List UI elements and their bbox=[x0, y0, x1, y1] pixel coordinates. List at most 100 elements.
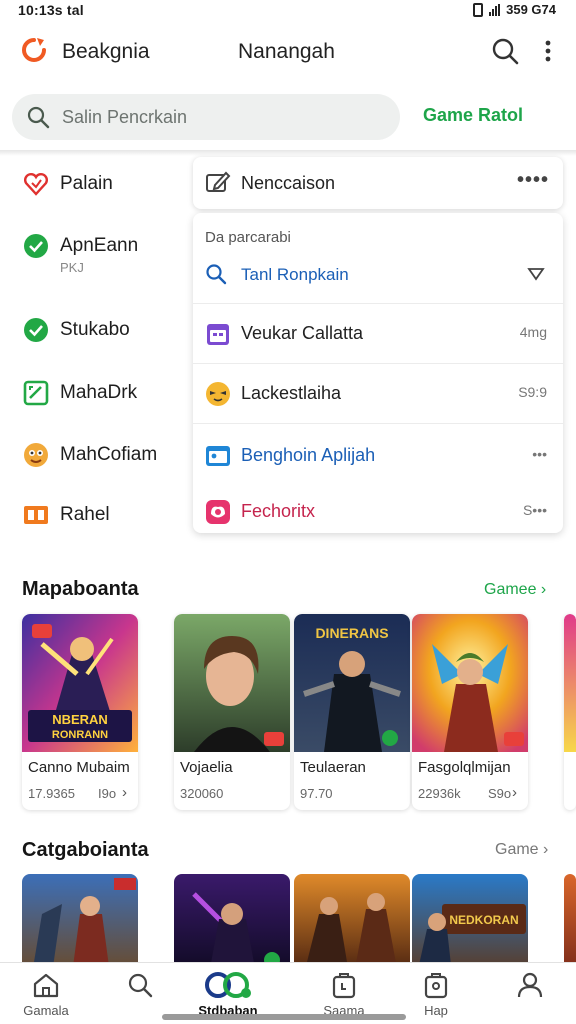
check-circle-icon bbox=[24, 318, 48, 342]
dropdown-row-meta: ••• bbox=[532, 446, 547, 462]
game-name: Teulaeran bbox=[300, 759, 366, 776]
dropdown-row[interactable]: Lackestlaiha S9:9 bbox=[193, 363, 563, 423]
app-header: Beakgnia Nanangah bbox=[0, 22, 576, 82]
home-icon bbox=[33, 973, 59, 998]
app-name: Beakgnia bbox=[62, 40, 150, 63]
game-name: Vojaelia bbox=[180, 759, 233, 776]
check-circle-icon bbox=[24, 234, 48, 258]
search-icon[interactable] bbox=[490, 36, 520, 66]
bag-icon bbox=[332, 973, 356, 999]
game-card[interactable]: NEDKORAN bbox=[412, 874, 528, 974]
menu-label: MahaDrk bbox=[60, 382, 138, 403]
heart-icon bbox=[23, 172, 49, 196]
game-card-partial[interactable] bbox=[564, 614, 576, 810]
search-input[interactable]: Salin Pencrkain bbox=[12, 94, 400, 140]
pink-app-icon bbox=[206, 500, 230, 524]
menu-label: Stukabo bbox=[60, 319, 130, 340]
face-icon bbox=[24, 443, 48, 467]
chevron-right-icon[interactable]: › bbox=[122, 784, 127, 801]
triangle-down-icon[interactable] bbox=[527, 265, 545, 283]
game-card-partial[interactable] bbox=[564, 874, 576, 974]
home-indicator[interactable] bbox=[162, 1014, 406, 1020]
menu-label: ApnEann bbox=[60, 235, 139, 256]
section-title: Catgaboianta bbox=[22, 839, 149, 861]
thumbnail-title: DINERANS bbox=[315, 625, 388, 641]
profile-icon bbox=[517, 972, 543, 998]
game-name: Fasgolqlmijan bbox=[418, 759, 511, 776]
game-name: Canno Mubaim bbox=[28, 759, 130, 776]
side-menu: Palain ApnEann PKJ Stukabo MahaDrk MahCo… bbox=[0, 156, 192, 546]
nav-label: Gamala bbox=[23, 1003, 69, 1018]
game-thumbnail bbox=[304, 893, 398, 974]
status-bar: 10:13s tal 359 G74 bbox=[0, 0, 576, 22]
calendar-icon bbox=[207, 324, 229, 345]
status-time: 10:13s tal bbox=[18, 2, 84, 18]
dropdown-row-meta: S••• bbox=[522, 502, 547, 518]
dropdown-row[interactable]: Veukar Callatta 4mg bbox=[193, 303, 563, 363]
dropdown-panel: Da parcarabi Tanl Ronpkain Veukar Callat… bbox=[193, 213, 563, 533]
game-thumbnail bbox=[32, 878, 136, 974]
game-card[interactable] bbox=[174, 874, 290, 974]
more-vertical-icon[interactable] bbox=[538, 36, 558, 66]
game-thumbnail: NBERAN RONRANN bbox=[22, 614, 138, 752]
game-card[interactable] bbox=[294, 874, 410, 974]
app-icon bbox=[206, 446, 230, 466]
dropdown-row-label: Benghoin Aplijah bbox=[241, 445, 376, 465]
nav-profile[interactable] bbox=[482, 963, 576, 1024]
game-thumbnail: NEDKORAN bbox=[417, 904, 526, 974]
signal-icon bbox=[489, 3, 501, 16]
section-link-label: Gamee bbox=[484, 581, 537, 598]
chevron-right-icon[interactable]: › bbox=[512, 784, 517, 801]
search-placeholder: Salin Pencrkain bbox=[62, 107, 188, 127]
menu-label: Palain bbox=[60, 173, 113, 194]
thumbnail-subtitle: RONRANN bbox=[52, 729, 108, 741]
status-indicators: 359 G74 bbox=[473, 2, 556, 17]
section-link[interactable]: Gamee › bbox=[484, 581, 546, 599]
dropdown-search[interactable]: Tanl Ronpkain bbox=[205, 261, 545, 291]
game-stat2: I9o bbox=[98, 786, 117, 801]
dropdown-row[interactable]: Fechoritx S••• bbox=[193, 481, 563, 541]
dropdown-row[interactable]: Benghoin Aplijah ••• bbox=[193, 425, 563, 485]
brand-icon bbox=[205, 972, 251, 998]
game-card[interactable] bbox=[22, 874, 138, 974]
section-title: Mapaboanta bbox=[22, 578, 139, 600]
dropdown-row-label: Fechoritx bbox=[241, 501, 316, 521]
game-stat2: S9o bbox=[488, 786, 512, 801]
chart-icon bbox=[23, 380, 49, 406]
divider bbox=[193, 423, 563, 424]
app-logo-icon bbox=[22, 38, 46, 62]
dropdown-title: Nenccaison bbox=[241, 173, 336, 193]
store-icon bbox=[424, 973, 448, 999]
game-ratol-link[interactable]: Game Ratol bbox=[423, 105, 523, 126]
nav-home[interactable]: Gamala bbox=[0, 963, 94, 1024]
game-card[interactable]: DINERANS Teulaeran 97.70 bbox=[294, 614, 410, 810]
battery-icon bbox=[473, 2, 484, 17]
status-right-text: 359 G74 bbox=[506, 2, 556, 17]
menu-label: MahCofiam bbox=[60, 444, 158, 465]
dropdown-hint: Da parcarabi bbox=[205, 229, 291, 246]
menu-sublabel: PKJ bbox=[60, 260, 84, 275]
dropdown-row-label: Veukar Callatta bbox=[241, 323, 364, 343]
menu-label: Rahel bbox=[60, 504, 110, 525]
game-thumbnail bbox=[412, 614, 528, 752]
game-card[interactable]: Fasgolqlmijan 22936k S9o › bbox=[412, 614, 528, 810]
emoji-icon bbox=[206, 382, 230, 406]
dropdown-row-label: Lackestlaiha bbox=[241, 383, 342, 403]
game-stat: 17.9365 bbox=[28, 786, 75, 801]
more-horizontal-icon[interactable]: •••• bbox=[517, 169, 549, 192]
thumbnail-title: NBERAN bbox=[52, 712, 108, 727]
game-card[interactable]: Vojaelia 320060 bbox=[174, 614, 290, 810]
page-title: Nanangah bbox=[238, 40, 335, 63]
search-icon bbox=[128, 973, 153, 998]
thumbnail-title: NEDKORAN bbox=[449, 913, 518, 927]
game-thumbnail bbox=[192, 892, 280, 974]
game-stat: 97.70 bbox=[300, 786, 333, 801]
dropdown-search-text: Tanl Ronpkain bbox=[241, 265, 349, 284]
game-stat: 320060 bbox=[180, 786, 224, 801]
search-row: Salin Pencrkain Game Ratol bbox=[0, 84, 576, 150]
game-card[interactable]: NBERAN RONRANN Canno Mubaim 17.9365 I9o … bbox=[22, 614, 138, 810]
edit-icon bbox=[206, 171, 231, 192]
section-link[interactable]: Game › bbox=[495, 841, 548, 859]
dropdown-header[interactable]: Nenccaison •••• bbox=[193, 157, 563, 209]
game-stat: 22936k bbox=[418, 786, 461, 801]
